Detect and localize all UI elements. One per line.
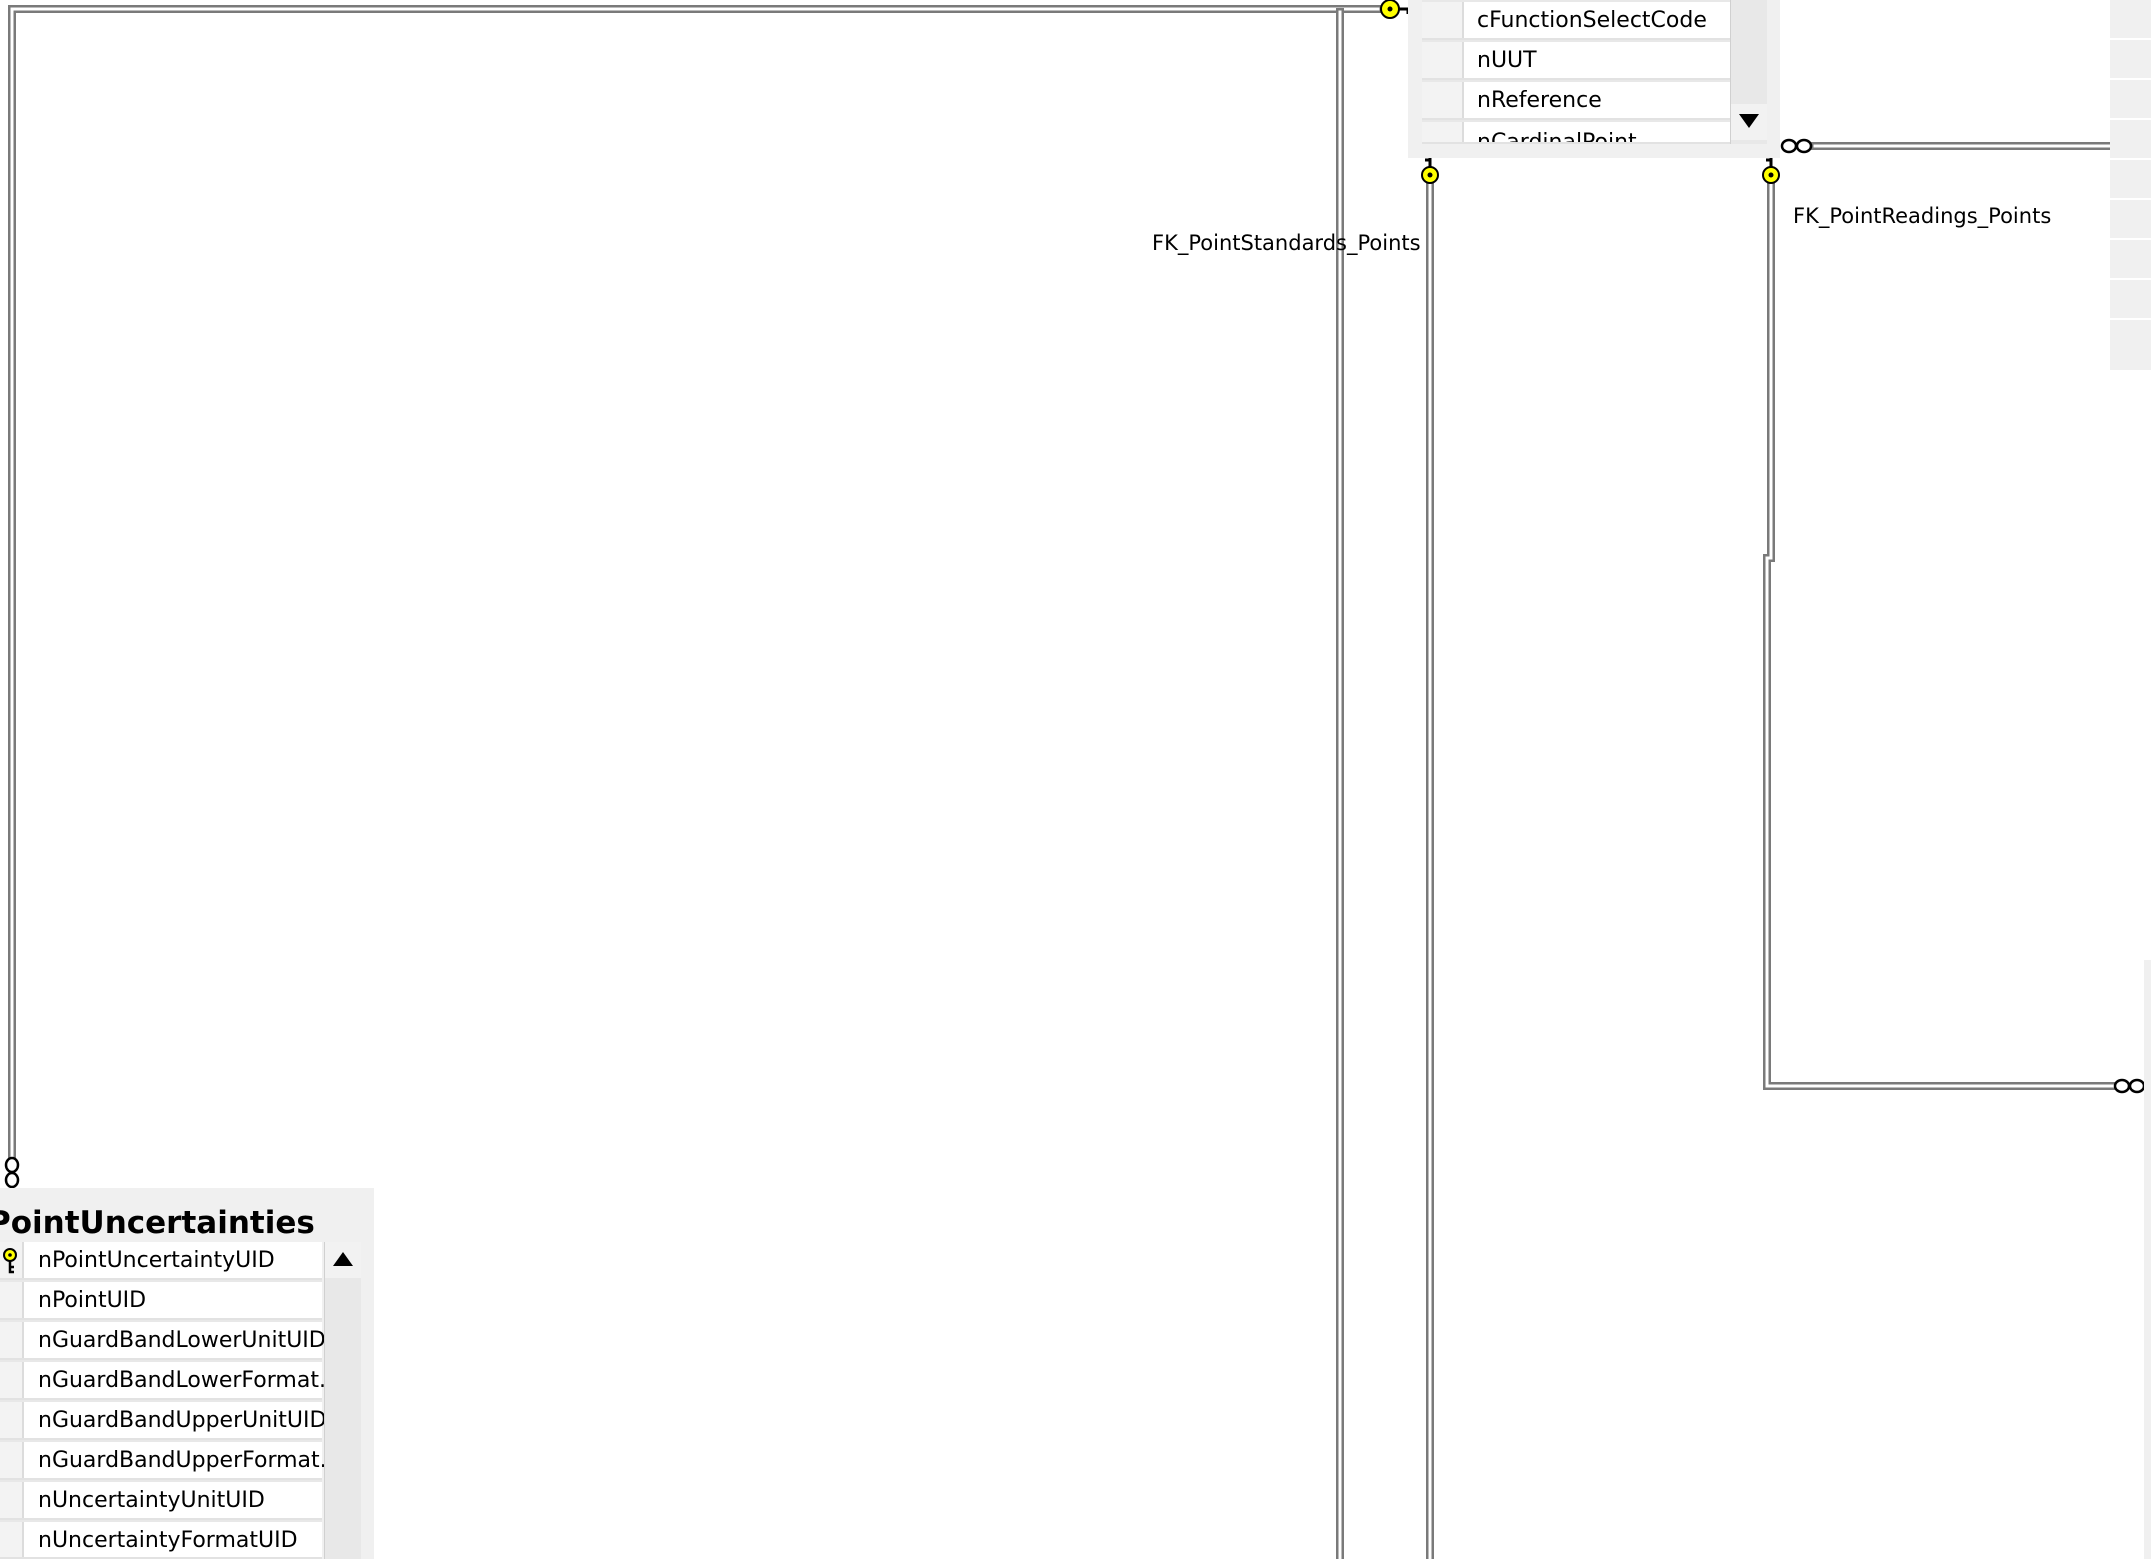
column-row[interactable]: nReference: [1422, 82, 1740, 120]
column-row[interactable]: nGuardBandUpperUnitUID: [0, 1402, 326, 1440]
column-name: nUncertaintyUnitUID: [38, 1488, 265, 1513]
row-selector[interactable]: [1422, 2, 1464, 38]
row-selector[interactable]: [0, 1442, 24, 1478]
key-icon: [1762, 153, 1780, 184]
column-name: nPointUncertaintyUID: [38, 1248, 275, 1273]
row-selector[interactable]: [1422, 82, 1464, 118]
column-name: cFunctionSelectCode: [1477, 8, 1707, 33]
column-name: nUUT: [1477, 48, 1537, 73]
row-selector[interactable]: [0, 1402, 24, 1438]
scroll-up-button[interactable]: [325, 1242, 361, 1278]
row-selector[interactable]: [0, 1482, 24, 1518]
column-row[interactable]: cFunctionSelectCode: [1422, 2, 1740, 40]
column-name: nReference: [1477, 88, 1602, 113]
scroll-up-arrow-icon: [333, 1252, 353, 1266]
row-selector[interactable]: [0, 1242, 24, 1278]
infinity-icon: [4, 1156, 20, 1189]
pointuncertainties-table[interactable]: PointUncertainties nPointUncertaintyUID …: [0, 1188, 374, 1559]
right-table-edge[interactable]: [2110, 0, 2151, 370]
row-selector[interactable]: [1422, 42, 1464, 78]
pointuncertainties-column-grid: nPointUncertaintyUID nPointUID nGuardBan…: [0, 1242, 341, 1559]
column-name: nGuardBandLowerFormat...: [38, 1368, 340, 1393]
points-scrollbar[interactable]: [1730, 0, 1767, 144]
column-name: nUncertaintyFormatUID: [38, 1528, 298, 1553]
column-row[interactable]: nGuardBandLowerUnitUID: [0, 1322, 326, 1360]
column-row[interactable]: nUncertaintyFormatUID: [0, 1522, 322, 1559]
column-row[interactable]: nPointUID: [0, 1282, 322, 1320]
infinity-icon: [1780, 138, 1813, 154]
column-name: nPointUID: [38, 1288, 147, 1313]
row-selector[interactable]: [0, 1522, 24, 1557]
connector-fk-pointreadings[interactable]: [1763, 181, 2119, 1090]
row-selector[interactable]: [0, 1362, 24, 1398]
relationship-label-pointstandards: FK_PointStandards_Points: [1152, 231, 1421, 255]
infinity-icon: [2113, 1078, 2146, 1094]
relationship-label-pointreadings: FK_PointReadings_Points: [1793, 204, 2052, 228]
column-name: nGuardBandLowerUnitUID: [38, 1328, 326, 1353]
column-name: nGuardBandUpperUnitUID: [38, 1408, 327, 1433]
column-row[interactable]: nUncertaintyUnitUID: [0, 1482, 322, 1520]
row-selector[interactable]: [0, 1282, 24, 1318]
column-name: nCardinalPoint: [1477, 130, 1637, 144]
column-row[interactable]: nCardinalPoint: [1422, 122, 1740, 144]
column-row[interactable]: nGuardBandLowerFormat...: [0, 1362, 340, 1400]
points-table[interactable]: cFunctionSelectCode nUUT nReference nCar…: [1408, 0, 1780, 158]
connector-points-uncertainties[interactable]: [8, 5, 1382, 1164]
row-selector[interactable]: [1422, 122, 1464, 142]
scroll-down-arrow-icon: [1739, 114, 1759, 128]
primary-key-icon: [3, 1248, 17, 1274]
row-selector[interactable]: [0, 1322, 24, 1358]
points-column-grid: cFunctionSelectCode nUUT nReference nCar…: [1422, 0, 1740, 144]
pointuncertainties-scrollbar[interactable]: [324, 1242, 361, 1559]
right-table-edge-lower[interactable]: [2144, 960, 2151, 1559]
column-row[interactable]: nPointUncertaintyUID: [0, 1242, 322, 1280]
column-row[interactable]: nUUT: [1422, 42, 1740, 80]
column-name: nGuardBandUpperFormat...: [38, 1448, 341, 1473]
key-icon: [1421, 153, 1439, 184]
table-title[interactable]: PointUncertainties: [0, 1208, 315, 1239]
column-row[interactable]: nGuardBandUpperFormat...: [0, 1442, 341, 1480]
scroll-down-button[interactable]: [1731, 104, 1767, 140]
